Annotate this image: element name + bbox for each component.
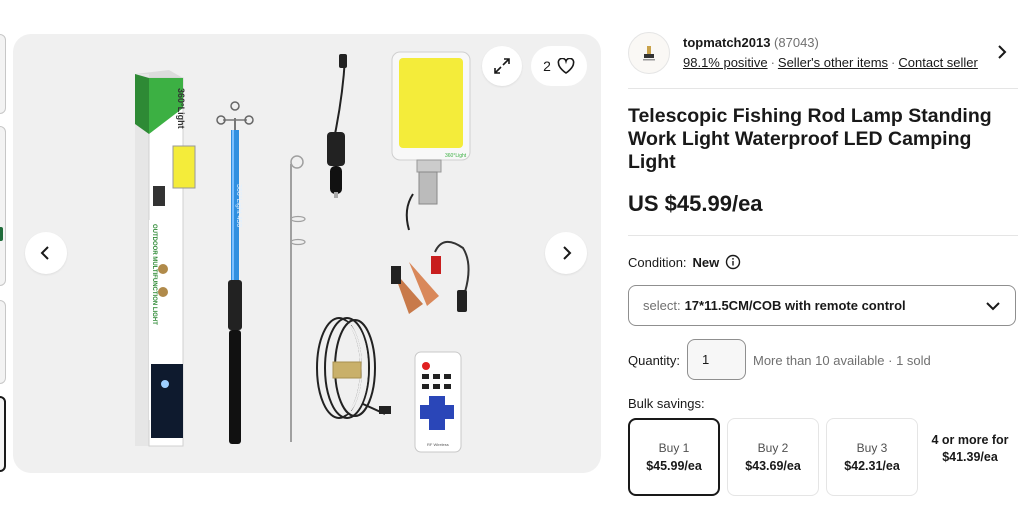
seller-details-button[interactable] xyxy=(995,44,1009,65)
seller-name[interactable]: topmatch2013 (87043) xyxy=(683,35,819,50)
telescopic-pole: 360°Light 450 xyxy=(216,101,254,444)
seller-links: 98.1% positive · Seller's other items · Cont… xyxy=(683,55,978,70)
separator-dot: · xyxy=(770,55,775,70)
separator-dot: · xyxy=(891,55,896,70)
led-panel: 360°Light xyxy=(391,51,471,231)
box-side-text: OUTDOOR MULTIFUNCTION LIGHT xyxy=(151,224,157,325)
chevron-down-icon xyxy=(986,302,1000,311)
box-brand-text: 360°Light xyxy=(176,88,186,129)
thumbnail-2[interactable] xyxy=(0,126,6,286)
contact-seller-link[interactable]: Contact seller xyxy=(898,55,977,70)
pole-text: 360°Light 450 xyxy=(235,184,243,227)
expand-icon xyxy=(494,58,510,74)
variant-select[interactable]: select: 17*11.5CM/COB with remote contro… xyxy=(628,285,1016,326)
bulk-savings-label: Bulk savings: xyxy=(628,396,705,411)
bulk-tier-1[interactable]: Buy 1 $45.99/ea xyxy=(628,418,720,496)
store-logo-icon xyxy=(643,46,655,61)
cable-coil xyxy=(316,317,391,419)
condition-value: New xyxy=(692,254,720,270)
thumbnail-3[interactable] xyxy=(0,300,6,384)
bulk-tier-2[interactable]: Buy 2 $43.69/ea xyxy=(727,418,819,496)
seller-feedback-count: (87043) xyxy=(774,35,819,50)
chevron-right-icon xyxy=(563,246,572,260)
expand-button[interactable] xyxy=(482,46,522,86)
seller-username[interactable]: topmatch2013 xyxy=(683,35,770,50)
tier-price: $45.99/ea xyxy=(646,459,702,473)
seller-other-items-link[interactable]: Seller's other items xyxy=(778,55,888,70)
seller-avatar[interactable] xyxy=(628,32,670,74)
chevron-left-icon xyxy=(40,246,49,260)
product-gallery: 360°Light OUTDOOR MULTIFUNCTION LIGHT 36… xyxy=(13,34,601,473)
quantity-input[interactable]: 1 xyxy=(687,339,746,380)
thumbnail-selected[interactable] xyxy=(0,396,6,472)
condition-row: Condition: New xyxy=(628,254,741,270)
divider xyxy=(628,88,1018,89)
product-image: 360°Light OUTDOOR MULTIFUNCTION LIGHT 36… xyxy=(135,51,471,453)
remote-text: RF Wireless xyxy=(427,442,449,447)
bulk-tier-4[interactable]: 4 or more for $41.39/ea xyxy=(930,432,1010,466)
tier-quantity: 4 or more for xyxy=(931,433,1009,447)
quantity-label: Quantity: xyxy=(628,353,681,368)
remote-control: RF Wireless xyxy=(414,351,462,453)
previous-image-button[interactable] xyxy=(25,232,67,274)
tier-quantity: Buy 2 xyxy=(757,441,789,455)
divider xyxy=(628,235,1018,236)
chevron-right-icon xyxy=(998,45,1007,59)
favorite-count: 2 xyxy=(543,58,551,74)
watchlist-button[interactable]: 2 xyxy=(531,46,587,86)
product-box: 360°Light OUTDOOR MULTIFUNCTION LIGHT xyxy=(135,70,196,447)
ground-stake xyxy=(290,155,306,442)
bulk-tier-3[interactable]: Buy 3 $42.31/ea xyxy=(826,418,918,496)
thumbnail-1[interactable] xyxy=(0,34,6,114)
tier-price: $42.31/ea xyxy=(844,459,900,473)
next-image-button[interactable] xyxy=(545,232,587,274)
select-label: select: xyxy=(643,298,681,313)
tier-quantity: Buy 1 xyxy=(658,441,690,455)
tier-price: $41.39/ea xyxy=(942,450,998,464)
seller-positive-link[interactable]: 98.1% positive xyxy=(683,55,768,70)
tier-quantity: Buy 3 xyxy=(856,441,888,455)
listing-price: US $45.99/ea xyxy=(628,191,763,216)
listing-title: Telescopic Fishing Rod Lamp Standing Wor… xyxy=(628,105,992,173)
car-plug xyxy=(327,54,347,198)
availability-text: More than 10 available · 1 sold xyxy=(753,353,931,368)
heart-icon xyxy=(557,58,575,74)
select-value: 17*11.5CM/COB with remote control xyxy=(684,298,906,313)
panel-text: 360°Light xyxy=(445,153,467,159)
condition-label: Condition: xyxy=(628,254,687,270)
tier-price: $43.69/ea xyxy=(745,459,801,473)
info-icon[interactable] xyxy=(725,254,741,270)
battery-clips xyxy=(391,241,470,314)
